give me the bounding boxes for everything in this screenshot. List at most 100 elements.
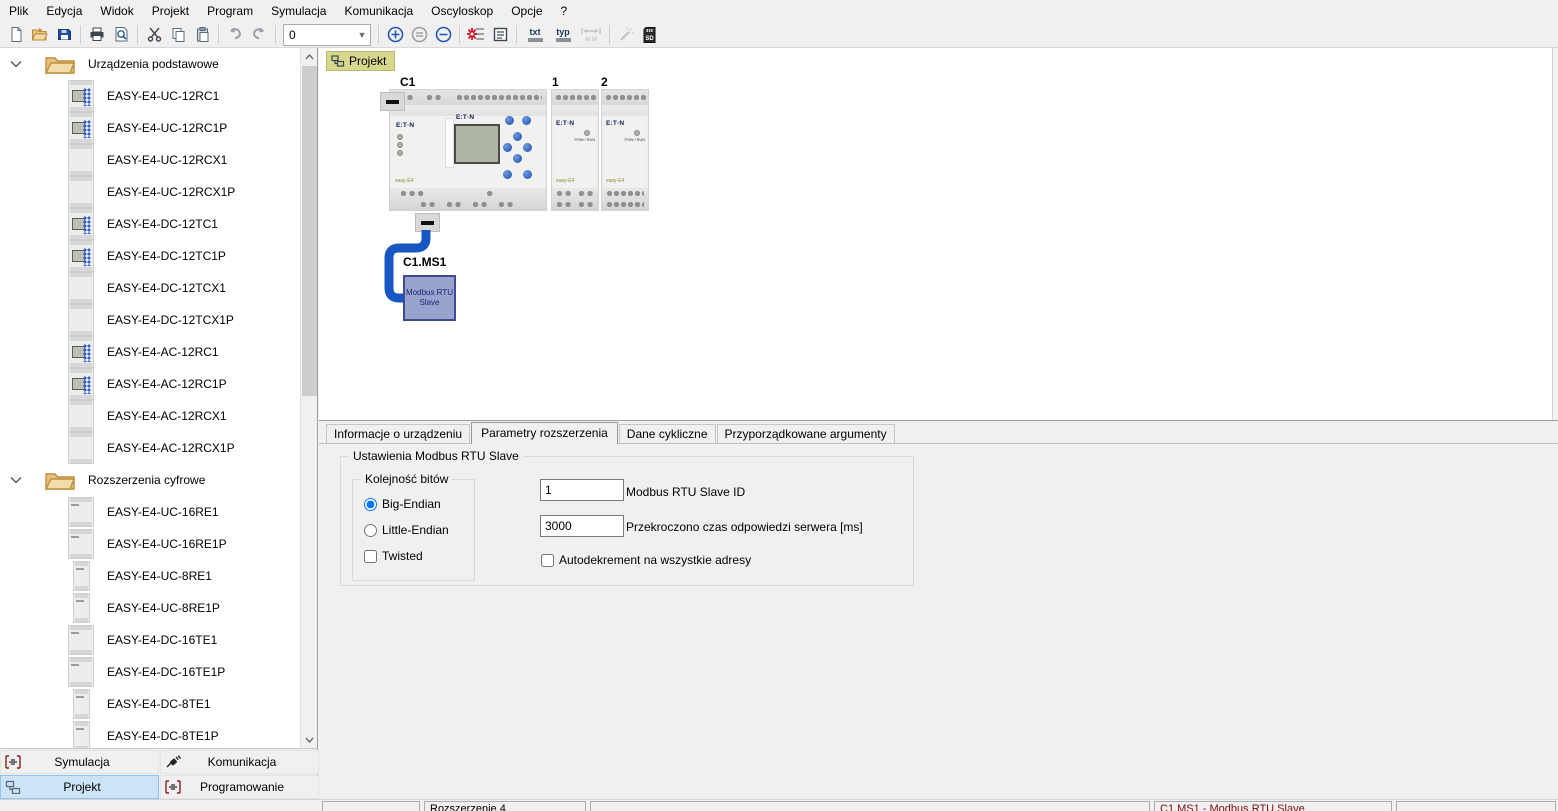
canvas-right-splitter[interactable] xyxy=(1552,48,1558,420)
zoom-100-icon[interactable] xyxy=(407,24,431,46)
scroll-down-button[interactable] xyxy=(301,731,317,748)
menu-item-?[interactable]: ? xyxy=(552,1,577,21)
zoom-out-icon[interactable] xyxy=(431,24,455,46)
tree-group-header[interactable]: Rozszerzenia cyfrowe xyxy=(0,464,301,496)
tree-item[interactable]: EASY-E4-DC-12TC1P xyxy=(0,240,301,272)
tree-item[interactable]: EASY-E4-DC-16TE1P xyxy=(0,656,301,688)
checkbox-autodecrement[interactable]: Autodekrement na wszystkie adresy xyxy=(541,553,751,567)
tree-item[interactable]: EASY-E4-DC-8TE1P xyxy=(0,720,301,748)
device-icon xyxy=(68,625,94,655)
details-tab[interactable]: Informacje o urządzeniu xyxy=(326,424,471,443)
tree-item[interactable]: EASY-E4-UC-12RC1 xyxy=(0,80,301,112)
redo-icon[interactable] xyxy=(247,24,271,46)
open-file-icon[interactable] xyxy=(28,24,52,46)
zoom-level-combobox[interactable]: 0 ▼ xyxy=(283,23,371,46)
scrollbar-thumb[interactable] xyxy=(302,66,317,396)
tree-item[interactable]: EASY-E4-DC-8TE1 xyxy=(0,688,301,720)
project-canvas[interactable]: Projekt C1 1 2 E:T·N easy-E4 E:T·N E:T·N… xyxy=(319,48,1558,420)
menu-item-projekt[interactable]: Projekt xyxy=(143,1,198,21)
tree-item[interactable]: EASY-E4-AC-12RCX1 xyxy=(0,400,301,432)
undo-icon[interactable] xyxy=(223,24,247,46)
folder-icon xyxy=(44,468,76,492)
save-icon[interactable] xyxy=(52,24,76,46)
menu-item-symulacja[interactable]: Symulacja xyxy=(262,1,335,21)
plc-device[interactable]: E:T·N easy-E4 E:T·N E:T·N POW / RUN easy… xyxy=(389,89,651,211)
tree-item[interactable]: EASY-E4-UC-12RC1P xyxy=(0,112,301,144)
ethernet-connector-top[interactable] xyxy=(380,92,405,111)
details-tab[interactable]: Dane cykliczne xyxy=(618,424,716,443)
view-button-label: Komunikacja xyxy=(207,755,277,769)
tree-item[interactable]: EASY-E4-UC-8RE1P xyxy=(0,592,301,624)
menu-item-edycja[interactable]: Edycja xyxy=(37,1,91,21)
print-icon[interactable] xyxy=(85,24,109,46)
copy-icon[interactable] xyxy=(166,24,190,46)
tree-item[interactable]: EASY-E4-UC-8RE1 xyxy=(0,560,301,592)
show-text-icon[interactable]: txt xyxy=(521,24,549,46)
expansion-module-2[interactable]: E:T·N POW / RUN easy-E4 xyxy=(601,89,649,211)
tree-scrollbar[interactable] xyxy=(300,48,317,748)
chevron-down-icon[interactable]: ▼ xyxy=(354,30,370,40)
tree-item[interactable]: EASY-E4-UC-12RCX1 xyxy=(0,144,301,176)
expansion-module-1[interactable]: E:T·N POW / RUN easy-E4 xyxy=(551,89,599,211)
zoom-in-icon[interactable] xyxy=(383,24,407,46)
tree-item[interactable]: EASY-E4-DC-16TE1 xyxy=(0,624,301,656)
timeout-label: Przekroczono czas odpowiedzi serwera [ms… xyxy=(626,520,863,534)
autodecrement-checkbox[interactable] xyxy=(541,553,554,567)
device-label: EASY-E4-UC-12RCX1P xyxy=(107,185,236,199)
fit-width-icon[interactable] xyxy=(577,24,605,46)
device-label: EASY-E4-DC-16TE1 xyxy=(107,633,218,647)
menu-item-opcje[interactable]: Opcje xyxy=(502,1,551,21)
menu-item-widok[interactable]: Widok xyxy=(91,1,142,21)
print-preview-icon[interactable] xyxy=(109,24,133,46)
paste-icon[interactable] xyxy=(190,24,214,46)
view-button-symulacja[interactable]: Symulacja xyxy=(0,750,159,774)
details-tab[interactable]: Parametry rozszerzenia xyxy=(471,422,618,444)
little-endian-radio[interactable] xyxy=(364,523,377,537)
modbus-rtu-slave-block[interactable]: Modbus RTU Slave xyxy=(403,275,456,321)
chevron-down-icon[interactable] xyxy=(10,57,24,71)
tab-projekt[interactable]: Projekt xyxy=(326,51,396,71)
new-file-icon[interactable] xyxy=(4,24,28,46)
tree-item[interactable]: EASY-E4-AC-12RC1 xyxy=(0,336,301,368)
tree-item[interactable]: EASY-E4-AC-12RCX1P xyxy=(0,432,301,464)
tree-item[interactable]: EASY-E4-DC-12TCX1 xyxy=(0,272,301,304)
wand-icon[interactable] xyxy=(614,24,638,46)
menu-item-komunikacja[interactable]: Komunikacja xyxy=(335,1,422,21)
cross-references-icon[interactable] xyxy=(464,24,488,46)
tree-item[interactable]: EASY-E4-AC-12RC1P xyxy=(0,368,301,400)
scroll-up-button[interactable] xyxy=(301,48,317,65)
tree-item[interactable]: EASY-E4-DC-12TCX1P xyxy=(0,304,301,336)
timeout-input[interactable] xyxy=(540,515,624,537)
device-icon xyxy=(72,593,90,623)
device-sub-label: easy-E4 xyxy=(395,178,414,184)
twisted-checkbox[interactable] xyxy=(364,549,377,563)
expansion-connector-bottom[interactable] xyxy=(415,213,440,232)
show-type-icon[interactable]: typ xyxy=(549,24,577,46)
menu-item-program[interactable]: Program xyxy=(198,1,262,21)
terminal-strip-top xyxy=(390,90,546,105)
details-tab[interactable]: Przyporządkowane argumenty xyxy=(716,424,895,443)
radio-big-endian[interactable]: Big-Endian xyxy=(364,497,441,511)
view-button-komunikacja[interactable]: Komunikacja xyxy=(160,750,319,774)
radio-little-endian[interactable]: Little-Endian xyxy=(364,523,449,537)
sd-card-icon[interactable]: SD xyxy=(638,24,662,46)
tree-item[interactable]: EASY-E4-UC-16RE1 xyxy=(0,496,301,528)
menu-item-plik[interactable]: Plik xyxy=(0,1,37,21)
view-button-programowanie[interactable]: Programowanie xyxy=(160,775,319,799)
status-segment xyxy=(322,801,420,811)
cut-icon[interactable] xyxy=(142,24,166,46)
tree-item[interactable]: EASY-E4-UC-12RCX1P xyxy=(0,176,301,208)
tree-item[interactable]: EASY-E4-DC-12TC1 xyxy=(0,208,301,240)
view-button-projekt[interactable]: Projekt xyxy=(0,775,159,799)
big-endian-radio[interactable] xyxy=(364,497,377,511)
device-icon xyxy=(68,112,94,144)
base-module[interactable]: E:T·N easy-E4 E:T·N xyxy=(389,89,547,211)
tree-item[interactable]: EASY-E4-UC-16RE1P xyxy=(0,528,301,560)
slave-id-input[interactable] xyxy=(540,479,624,501)
chevron-down-icon[interactable] xyxy=(10,473,24,487)
menu-item-oscyloskop[interactable]: Oscyloskop xyxy=(422,1,502,21)
tree-group-header[interactable]: Urządzenia podstawowe xyxy=(0,48,301,80)
remarks-icon[interactable] xyxy=(488,24,512,46)
checkbox-twisted[interactable]: Twisted xyxy=(364,549,423,563)
device-label: EASY-E4-UC-16RE1 xyxy=(107,505,219,519)
